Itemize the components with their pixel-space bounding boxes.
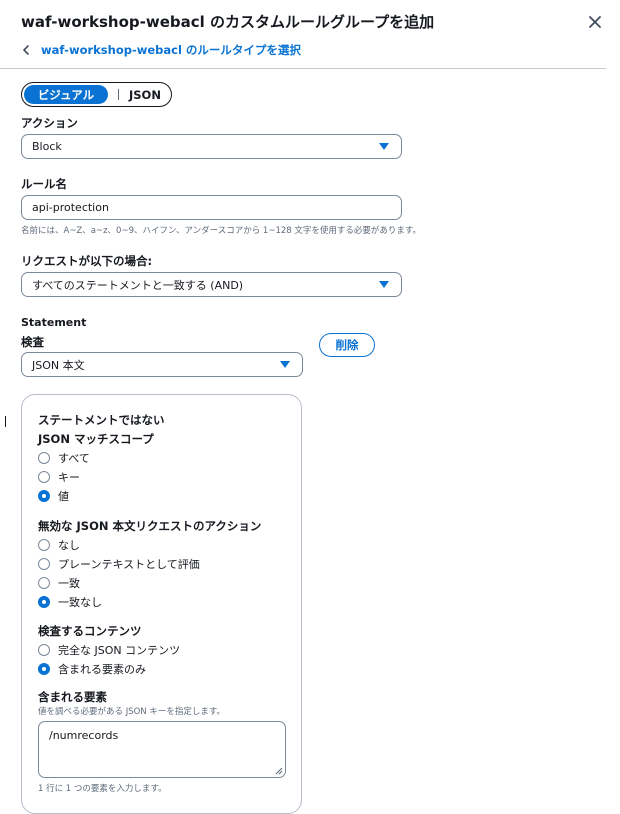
inspect-select-value: JSON 本文 <box>32 358 85 372</box>
included-elements-textarea[interactable]: /numrecords <box>38 721 286 778</box>
rule-name-input[interactable]: api-protection <box>21 195 402 220</box>
caret-down-icon <box>280 361 290 368</box>
radio-label: なし <box>58 539 80 552</box>
included-elements-hint: 1 行に 1 つの要素を入力します。 <box>38 784 167 794</box>
included-elements-description: 値を調べる必要がある JSON キーを指定します。 <box>38 707 226 717</box>
radio-button[interactable] <box>38 577 50 589</box>
radio-label: 一致なし <box>58 596 102 609</box>
radio-button[interactable] <box>38 558 50 570</box>
radio-button[interactable] <box>38 471 50 483</box>
text-cursor <box>5 416 6 427</box>
visual-mode-button[interactable]: ビジュアル <box>24 85 108 104</box>
radio-label: 値 <box>58 490 69 503</box>
radio-button-selected[interactable] <box>38 490 50 502</box>
radio-label: キー <box>58 471 80 484</box>
delete-statement-button[interactable]: 削除 <box>319 333 375 357</box>
match-scope-option-value[interactable]: 値 <box>38 488 69 504</box>
invalid-action-option-no-match[interactable]: 一致なし <box>38 594 102 610</box>
caret-down-icon <box>379 281 389 288</box>
close-icon[interactable] <box>585 12 605 32</box>
invalid-body-action-label: 無効な JSON 本文リクエストのアクション <box>38 519 262 533</box>
caret-down-icon <box>379 143 389 150</box>
match-scope-option-all[interactable]: すべて <box>38 450 90 466</box>
statement-heading: Statement <box>21 316 87 329</box>
inspect-select[interactable]: JSON 本文 <box>21 352 303 377</box>
header-divider <box>0 68 606 69</box>
included-elements-value: /numrecords <box>49 729 119 742</box>
segment-separator <box>118 89 119 100</box>
request-condition-value: すべてのステートメントと一致する (AND) <box>32 278 244 292</box>
radio-button-selected[interactable] <box>38 663 50 675</box>
negate-statement-label: ステートメントではない <box>38 413 165 427</box>
content-option-full[interactable]: 完全な JSON コンテンツ <box>38 642 180 658</box>
rule-name-value: api-protection <box>32 201 109 214</box>
action-label: アクション <box>21 116 78 130</box>
back-link-label: waf-workshop-webacl のルールタイプを選択 <box>41 43 301 57</box>
match-scope-option-key[interactable]: キー <box>38 469 80 485</box>
content-option-included-only[interactable]: 含まれる要素のみ <box>38 661 146 677</box>
radio-label: すべて <box>58 452 90 465</box>
radio-label: 完全な JSON コンテンツ <box>58 644 181 657</box>
editor-mode-toggle: ビジュアル JSON <box>21 82 172 107</box>
chevron-left-icon <box>23 45 29 55</box>
resize-handle-icon[interactable] <box>275 767 283 775</box>
action-select-value: Block <box>32 140 62 153</box>
invalid-action-option-match[interactable]: 一致 <box>38 575 80 591</box>
request-condition-select[interactable]: すべてのステートメントと一致する (AND) <box>21 272 402 297</box>
inspect-label: 検査 <box>21 335 44 349</box>
radio-label: 含まれる要素のみ <box>58 663 146 676</box>
match-scope-label: JSON マッチスコープ <box>38 432 154 446</box>
back-link[interactable]: waf-workshop-webacl のルールタイプを選択 <box>21 42 301 58</box>
included-elements-label: 含まれる要素 <box>38 690 107 704</box>
json-mode-button[interactable]: JSON <box>129 88 161 102</box>
rule-name-hint: 名前には、A~Z、a~z、0~9、ハイフン、アンダースコアから 1~128 文字… <box>21 226 422 236</box>
rule-name-label: ルール名 <box>21 177 67 191</box>
radio-label: 一致 <box>58 577 80 590</box>
radio-button[interactable] <box>38 539 50 551</box>
invalid-action-option-none[interactable]: なし <box>38 537 80 553</box>
radio-label: プレーンテキストとして評価 <box>58 558 200 571</box>
content-to-inspect-label: 検査するコンテンツ <box>38 624 142 638</box>
radio-button[interactable] <box>38 452 50 464</box>
invalid-action-option-plaintext[interactable]: プレーンテキストとして評価 <box>38 556 200 572</box>
request-condition-label: リクエストが以下の場合: <box>21 254 153 268</box>
modal-title: waf-workshop-webacl のカスタムルールグループを追加 <box>21 13 435 31</box>
radio-button-selected[interactable] <box>38 596 50 608</box>
radio-button[interactable] <box>38 644 50 656</box>
action-select[interactable]: Block <box>21 134 402 159</box>
